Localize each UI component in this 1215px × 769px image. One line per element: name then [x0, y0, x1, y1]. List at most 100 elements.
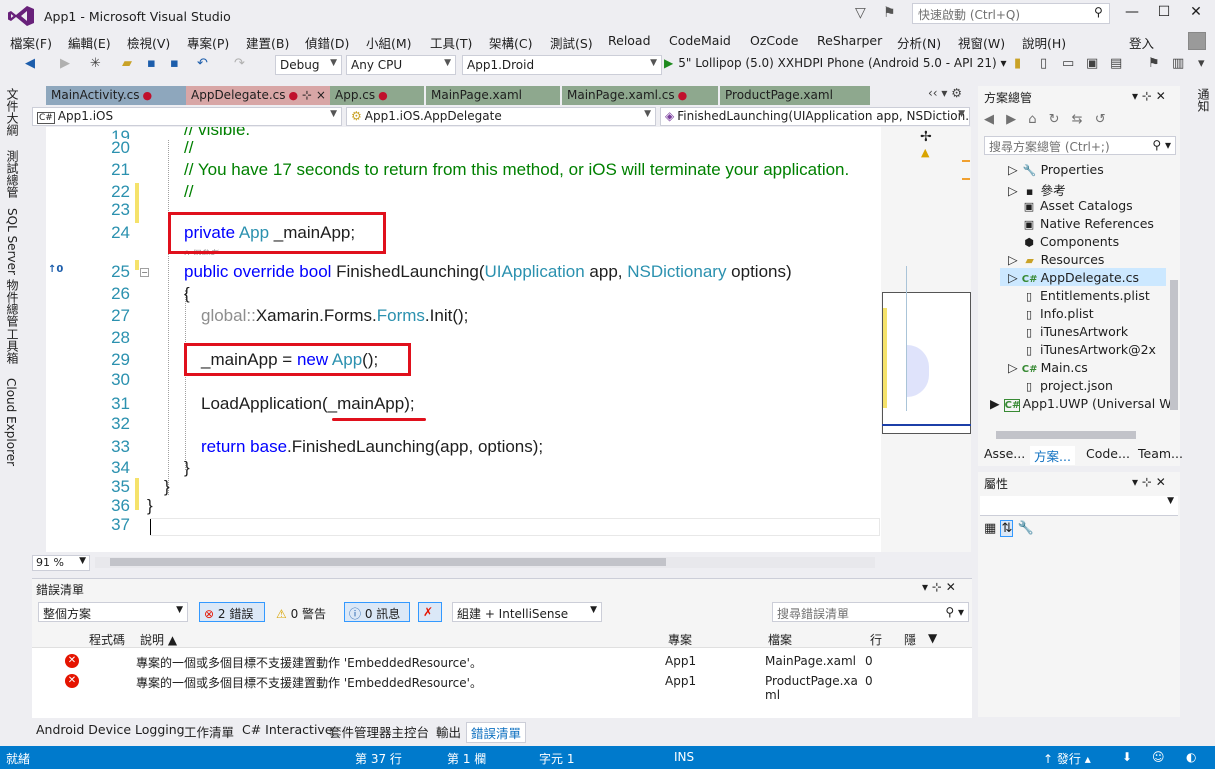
- solution-item-appdelegate-cs[interactable]: ▷ C# AppDelegate.cs: [1008, 270, 1139, 285]
- error-description[interactable]: 專案的一個或多個目標不支援建置動作 'EmbeddedResource'。: [136, 674, 482, 691]
- properties-toolbar[interactable]: ▦ ⇅ 🔧: [984, 520, 1034, 537]
- solution-search-input[interactable]: 搜尋方案總管 (Ctrl+;) ⚲ ▾: [984, 136, 1176, 155]
- smiley-feedback-icon[interactable]: ☺: [1152, 750, 1165, 764]
- solution-item-info-plist[interactable]: ▯ Info.plist: [1021, 306, 1094, 321]
- error-project[interactable]: App1: [665, 674, 696, 688]
- solution-scroll-thumb[interactable]: [1170, 280, 1178, 410]
- build-filter-dropdown[interactable]: 組建 + IntelliSense ▼: [452, 602, 602, 622]
- menu-tools[interactable]: 工具(T): [430, 33, 472, 52]
- member-navigation-dropdown[interactable]: ◈ FinishedLaunching(UIApplication app, NS…: [660, 107, 970, 126]
- tab-solution-explorer[interactable]: 方案...: [1030, 446, 1075, 465]
- menu-architecture[interactable]: 架構(C): [489, 33, 532, 52]
- solution-platform-dropdown[interactable]: Any CPU ▼: [346, 55, 456, 75]
- menu-edit[interactable]: 編輯(E): [68, 33, 111, 52]
- panel-window-controls[interactable]: ▾ ⊹ ✕: [1132, 89, 1166, 103]
- column-line[interactable]: 行: [870, 631, 882, 648]
- back-icon[interactable]: ◀: [25, 56, 35, 71]
- panel-window-controls[interactable]: ▾ ⊹ ✕: [1132, 475, 1166, 489]
- tab-productpage-xaml[interactable]: ProductPage.xaml: [720, 86, 870, 105]
- tab-mainpage-xaml[interactable]: MainPage.xaml: [426, 86, 560, 105]
- filter-column-icon[interactable]: ▼: [928, 631, 937, 645]
- solution-item-main-cs[interactable]: ▷ C# Main.cs: [1008, 360, 1088, 375]
- left-tab-toolbox[interactable]: 工具箱: [4, 328, 21, 364]
- solution-explorer-toolbar[interactable]: ◀ ▶ ⌂ ↻ ⇆ ↺: [984, 112, 1110, 127]
- solution-config-dropdown[interactable]: Debug ▼: [275, 55, 342, 75]
- toolbar-overflow-icon[interactable]: ▾: [1198, 56, 1205, 71]
- solution-item-entitlements-plist[interactable]: ▯ Entitlements.plist: [1021, 288, 1150, 303]
- close-window-button[interactable]: ✕: [1181, 4, 1211, 26]
- code-editor[interactable]: [46, 127, 881, 552]
- save-all-icon[interactable]: ▪: [170, 56, 179, 71]
- menu-view[interactable]: 檢視(V): [127, 33, 170, 52]
- breakpoint-margin-icon[interactable]: ↑0: [48, 264, 63, 275]
- left-tab-cloud-explorer[interactable]: Cloud Explorer: [4, 378, 18, 466]
- properties-object-dropdown[interactable]: ▼: [980, 496, 1178, 516]
- menu-window[interactable]: 視窗(W): [958, 33, 1005, 52]
- column-suppression[interactable]: 隱: [904, 631, 916, 648]
- solution-item-resources[interactable]: ▷ ▰ Resources: [1008, 252, 1104, 267]
- error-file[interactable]: ProductPage.xa: [765, 674, 858, 688]
- collapse-region-icon[interactable]: −: [140, 268, 149, 277]
- horizontal-scroll-thumb[interactable]: [110, 558, 666, 566]
- user-feedback-icon[interactable]: ⚑: [883, 5, 896, 21]
- warnings-filter-button[interactable]: ⚠ 0 警告: [271, 602, 337, 622]
- tab-appdelegate-cs[interactable]: AppDelegate.cs ● ⊹ ×: [186, 86, 330, 105]
- tab-team-explorer[interactable]: Team...: [1138, 446, 1183, 461]
- error-line[interactable]: 0: [865, 674, 873, 688]
- menu-help[interactable]: 說明(H): [1022, 33, 1066, 52]
- solution-item-asset-catalogs[interactable]: ▣ Asset Catalogs: [1021, 198, 1133, 213]
- menu-debug[interactable]: 偵錯(D): [305, 33, 349, 52]
- tab-task-list[interactable]: 工作清單: [184, 722, 234, 741]
- left-tab-sql-server-explorer[interactable]: SQL Server 物件總管: [4, 208, 21, 327]
- quick-launch-input[interactable]: 快速啟動 (Ctrl+Q): [912, 3, 1110, 24]
- solution-item-components[interactable]: ⬢ Components: [1021, 234, 1119, 249]
- tab-mainactivity-cs[interactable]: MainActivity.cs ●: [46, 86, 186, 105]
- tab-codemaid[interactable]: Code...: [1086, 446, 1130, 461]
- solution-item-itunesartwork[interactable]: ▯ iTunesArtwork: [1021, 324, 1128, 339]
- menu-project[interactable]: 專案(P): [187, 33, 229, 52]
- menu-file[interactable]: 檔案(F): [10, 33, 52, 52]
- tab-mainpage-xaml-cs[interactable]: MainPage.xaml.cs ●: [562, 86, 718, 105]
- menu-team[interactable]: 小組(M): [366, 33, 412, 52]
- solution-item-properties[interactable]: ▷ 🔧 Properties: [1008, 162, 1104, 177]
- column-description[interactable]: 說明 ▲: [140, 631, 177, 648]
- error-scope-dropdown[interactable]: 整個方案 ▼: [38, 602, 188, 622]
- forward-icon[interactable]: ▶: [60, 56, 70, 71]
- error-line[interactable]: 0: [865, 654, 873, 668]
- tab-android-device-logging[interactable]: Android Device Logging: [36, 722, 185, 737]
- column-file[interactable]: 檔案: [768, 631, 792, 648]
- solution-item-app1-uwp[interactable]: ▶ C# App1.UWP (Universal W: [990, 396, 1172, 412]
- error-file-wrap[interactable]: ml: [765, 688, 780, 702]
- undo-icon[interactable]: ↶: [197, 56, 208, 71]
- error-description[interactable]: 專案的一個或多個目標不支援建置動作 'EmbeddedResource'。: [136, 654, 482, 671]
- minimize-button[interactable]: —: [1117, 4, 1147, 26]
- tab-app-cs[interactable]: App.cs ●: [330, 86, 424, 105]
- left-tab-document-outline[interactable]: 文件大綱: [4, 88, 21, 136]
- error-file[interactable]: MainPage.xaml: [765, 654, 856, 668]
- solution-item-native-references[interactable]: ▣ Native References: [1021, 216, 1154, 231]
- open-folder-icon[interactable]: ▰: [122, 56, 132, 71]
- download-icon[interactable]: ⬇: [1122, 750, 1132, 764]
- notification-icon[interactable]: ◐: [1186, 750, 1196, 764]
- maximize-button[interactable]: ☐: [1149, 4, 1179, 26]
- avatar[interactable]: [1188, 32, 1206, 50]
- panel-window-controls[interactable]: ▾ ⊹ ✕: [922, 580, 956, 594]
- project-navigation-dropdown[interactable]: C# App1.iOS ▼: [32, 107, 342, 126]
- menu-ozcode[interactable]: OzCode: [750, 33, 798, 48]
- left-tab-test-explorer[interactable]: 測試總管: [4, 150, 21, 198]
- error-project[interactable]: App1: [665, 654, 696, 668]
- feedback-filter-icon[interactable]: ▽: [855, 5, 866, 21]
- startup-project-dropdown[interactable]: App1.Droid ▼: [462, 55, 662, 75]
- errors-filter-button[interactable]: ⊗ 2 錯誤: [199, 602, 265, 622]
- split-editor-icon[interactable]: ✢: [920, 129, 932, 145]
- bookmark-icon[interactable]: ⚑: [1148, 56, 1160, 71]
- new-project-icon[interactable]: ✳: [90, 56, 101, 71]
- device-manager-icon[interactable]: ▭: [1062, 56, 1074, 71]
- type-navigation-dropdown[interactable]: ⚙ App1.iOS.AppDelegate ▼: [346, 107, 656, 126]
- sdk-manager-icon[interactable]: ▤: [1110, 56, 1122, 71]
- tab-output[interactable]: 輸出: [436, 722, 461, 741]
- messages-filter-button[interactable]: ⓘ 0 訊息: [344, 602, 410, 622]
- tab-assets[interactable]: Asse...: [984, 446, 1025, 461]
- error-search-input[interactable]: 搜尋錯誤清單 ⚲ ▾: [772, 602, 969, 622]
- redo-icon[interactable]: ↷: [234, 56, 245, 71]
